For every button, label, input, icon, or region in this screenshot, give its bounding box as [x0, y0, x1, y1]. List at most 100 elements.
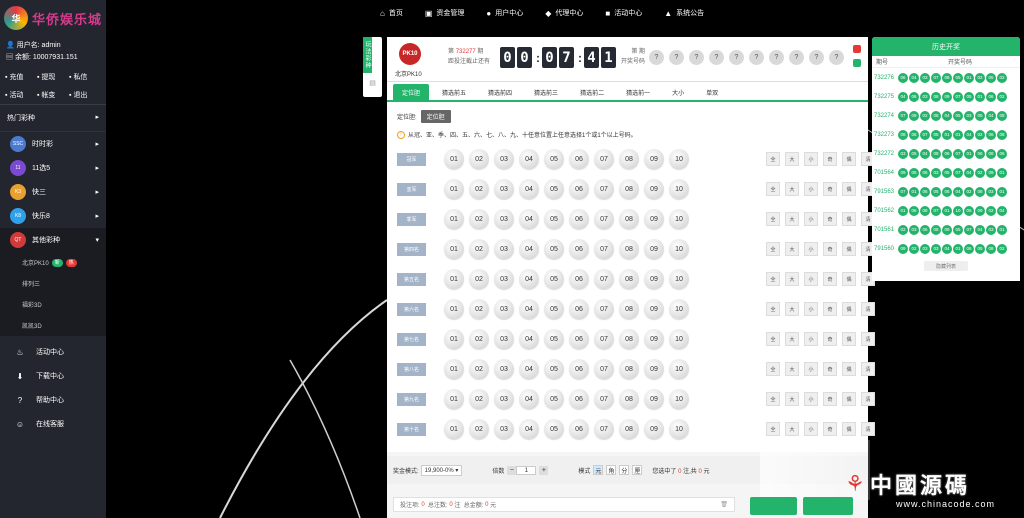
- trend-chart-icon[interactable]: [853, 45, 861, 53]
- number-ball[interactable]: 06: [569, 209, 589, 229]
- quick-select-button[interactable]: 大: [785, 422, 799, 436]
- number-ball[interactable]: 01: [444, 149, 464, 169]
- number-ball[interactable]: 04: [519, 239, 539, 259]
- number-ball[interactable]: 09: [644, 209, 664, 229]
- quick-select-button[interactable]: 奇: [823, 302, 837, 316]
- quick-select-button[interactable]: 全: [766, 422, 780, 436]
- refresh-icon[interactable]: [853, 59, 861, 67]
- quick-select-button[interactable]: 奇: [823, 152, 837, 166]
- quick-select-button[interactable]: 小: [804, 272, 818, 286]
- bottom-nav-item[interactable]: ☺ 在线客服: [0, 412, 106, 436]
- game-category[interactable]: SSC 时时彩 ▸: [0, 132, 106, 156]
- number-ball[interactable]: 04: [519, 179, 539, 199]
- play-tab[interactable]: 猜选前一: [617, 84, 659, 100]
- number-ball[interactable]: 06: [569, 239, 589, 259]
- nav-item[interactable]: ■ 活动中心: [605, 6, 642, 20]
- quick-select-button[interactable]: 大: [785, 302, 799, 316]
- number-ball[interactable]: 04: [519, 269, 539, 289]
- number-ball[interactable]: 02: [469, 299, 489, 319]
- nav-item[interactable]: ⌂ 首页: [380, 6, 403, 20]
- number-ball[interactable]: 07: [594, 179, 614, 199]
- number-ball[interactable]: 05: [544, 209, 564, 229]
- number-ball[interactable]: 10: [669, 179, 689, 199]
- number-ball[interactable]: 02: [469, 359, 489, 379]
- number-ball[interactable]: 07: [594, 239, 614, 259]
- number-ball[interactable]: 08: [619, 329, 639, 349]
- quick-select-button[interactable]: 奇: [823, 212, 837, 226]
- quick-select-button[interactable]: 偶: [842, 392, 856, 406]
- number-ball[interactable]: 04: [519, 419, 539, 439]
- quick-action-button[interactable]: ▪ 提现: [37, 72, 69, 82]
- number-ball[interactable]: 05: [544, 179, 564, 199]
- number-ball[interactable]: 02: [469, 329, 489, 349]
- number-ball[interactable]: 05: [544, 419, 564, 439]
- number-ball[interactable]: 09: [644, 299, 664, 319]
- number-ball[interactable]: 07: [594, 359, 614, 379]
- number-ball[interactable]: 03: [494, 269, 514, 289]
- quick-select-button[interactable]: 清: [861, 422, 875, 436]
- number-ball[interactable]: 09: [644, 239, 664, 259]
- number-ball[interactable]: 01: [444, 209, 464, 229]
- game-category[interactable]: QT 其他彩种 ▾: [0, 228, 106, 252]
- number-ball[interactable]: 05: [544, 269, 564, 289]
- quick-select-button[interactable]: 小: [804, 152, 818, 166]
- add-to-cart-button[interactable]: [750, 497, 797, 515]
- quick-select-button[interactable]: 偶: [842, 302, 856, 316]
- number-ball[interactable]: 05: [544, 329, 564, 349]
- unit-option[interactable]: 分: [619, 465, 630, 475]
- number-ball[interactable]: 10: [669, 149, 689, 169]
- quick-select-button[interactable]: 清: [861, 332, 875, 346]
- sub-game-item[interactable]: 福彩3D: [0, 294, 106, 315]
- number-ball[interactable]: 01: [444, 239, 464, 259]
- number-ball[interactable]: 09: [644, 329, 664, 349]
- number-ball[interactable]: 08: [619, 389, 639, 409]
- list-icon[interactable]: ▤: [363, 73, 382, 93]
- number-ball[interactable]: 01: [444, 389, 464, 409]
- number-ball[interactable]: 04: [519, 329, 539, 349]
- minus-button[interactable]: −: [507, 465, 517, 475]
- quick-action-button[interactable]: ▪ 私信: [69, 72, 101, 82]
- unit-option[interactable]: 厘: [632, 465, 643, 475]
- play-tab[interactable]: 猜选前二: [571, 84, 613, 100]
- quick-select-button[interactable]: 奇: [823, 422, 837, 436]
- number-ball[interactable]: 08: [619, 149, 639, 169]
- number-ball[interactable]: 06: [569, 299, 589, 319]
- hide-list-button[interactable]: 隐藏列表: [924, 261, 968, 271]
- number-ball[interactable]: 05: [544, 389, 564, 409]
- bottom-nav-item[interactable]: ? 帮助中心: [0, 388, 106, 412]
- number-ball[interactable]: 05: [544, 149, 564, 169]
- number-ball[interactable]: 02: [469, 149, 489, 169]
- quick-select-button[interactable]: 全: [766, 212, 780, 226]
- quick-action-button[interactable]: ▪ 活动: [5, 90, 37, 100]
- quick-select-button[interactable]: 奇: [823, 332, 837, 346]
- number-ball[interactable]: 09: [644, 359, 664, 379]
- number-ball[interactable]: 09: [644, 149, 664, 169]
- number-ball[interactable]: 01: [444, 419, 464, 439]
- quick-select-button[interactable]: 全: [766, 332, 780, 346]
- quick-select-button[interactable]: 大: [785, 272, 799, 286]
- quick-select-button[interactable]: 奇: [823, 242, 837, 256]
- number-ball[interactable]: 09: [644, 179, 664, 199]
- number-ball[interactable]: 07: [594, 329, 614, 349]
- quick-select-button[interactable]: 清: [861, 392, 875, 406]
- quick-select-button[interactable]: 奇: [823, 272, 837, 286]
- quick-select-button[interactable]: 大: [785, 362, 799, 376]
- number-ball[interactable]: 03: [494, 419, 514, 439]
- bottom-nav-item[interactable]: ♨ 活动中心: [0, 340, 106, 364]
- quick-select-button[interactable]: 偶: [842, 332, 856, 346]
- number-ball[interactable]: 10: [669, 269, 689, 289]
- quick-select-button[interactable]: 小: [804, 302, 818, 316]
- number-ball[interactable]: 06: [569, 359, 589, 379]
- quick-select-button[interactable]: 奇: [823, 392, 837, 406]
- number-ball[interactable]: 09: [644, 269, 664, 289]
- quick-select-button[interactable]: 全: [766, 272, 780, 286]
- quick-select-button[interactable]: 大: [785, 332, 799, 346]
- logo[interactable]: 华 华侨娱乐城: [0, 0, 106, 36]
- quick-select-button[interactable]: 全: [766, 152, 780, 166]
- number-ball[interactable]: 05: [544, 359, 564, 379]
- prize-mode-select[interactable]: 19,900-0% ▾: [420, 464, 463, 476]
- number-ball[interactable]: 02: [469, 389, 489, 409]
- number-ball[interactable]: 10: [669, 359, 689, 379]
- number-ball[interactable]: 02: [469, 269, 489, 289]
- sub-game-item[interactable]: 北京PK10 新热: [0, 252, 106, 273]
